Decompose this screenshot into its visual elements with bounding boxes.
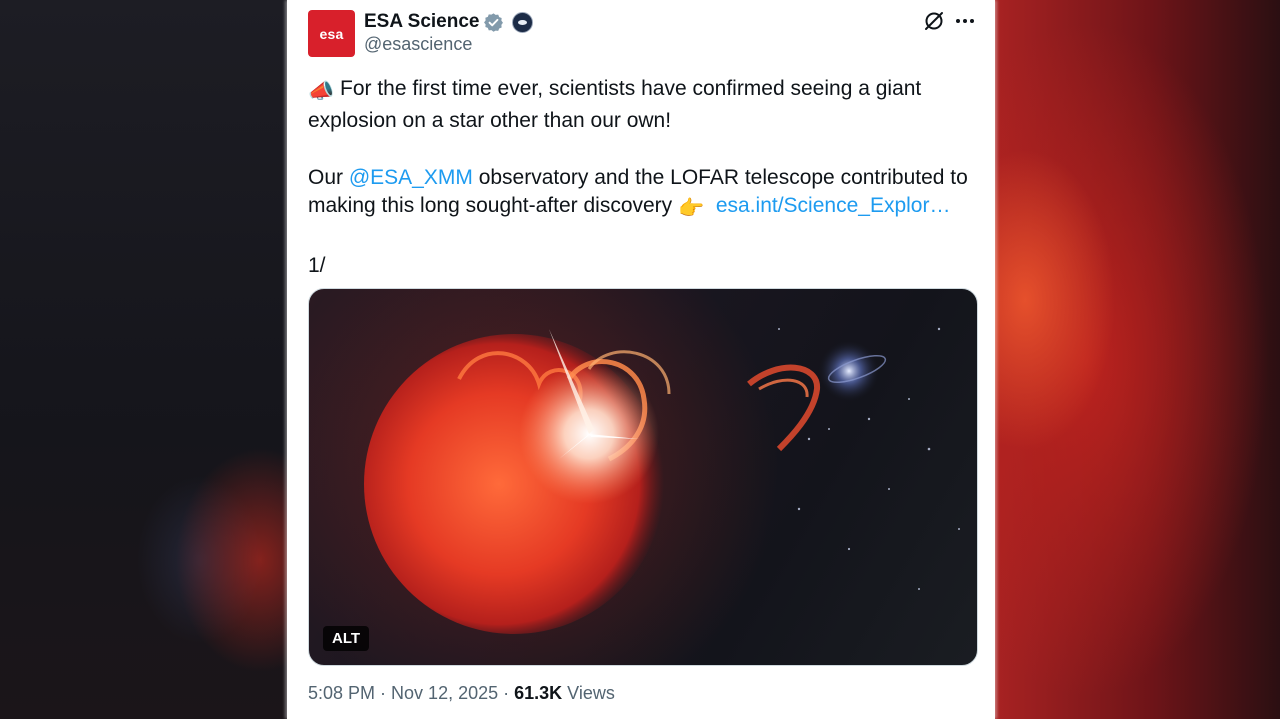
post-meta: 5:08 PM · Nov 12, 2025 · 61.3K Views xyxy=(308,683,615,704)
esa-affiliate-badge-icon[interactable] xyxy=(512,11,534,33)
post-paragraph-2: Our @ESA_XMM observatory and the LOFAR t… xyxy=(308,164,968,224)
post-line-1: For the first time ever, scientists have… xyxy=(308,77,922,132)
post-image[interactable]: ALT xyxy=(308,288,978,666)
post-paragraph-1: 📣 For the first time ever, scientists ha… xyxy=(308,75,968,135)
alt-button[interactable]: ALT xyxy=(323,626,370,651)
post-line-2-prefix: Our xyxy=(308,165,349,189)
post-paragraph-3: 1/ xyxy=(308,254,326,277)
post-date[interactable]: Nov 12, 2025 xyxy=(391,683,498,704)
grok-icon[interactable] xyxy=(923,10,945,32)
post-text: 📣 For the first time ever, scientists ha… xyxy=(308,75,968,281)
background-left xyxy=(0,0,287,719)
author-name-row: ESA Science xyxy=(364,10,534,34)
meta-separator: · xyxy=(380,683,387,703)
author-handle[interactable]: @esascience xyxy=(364,34,472,55)
more-options-icon[interactable] xyxy=(954,10,976,32)
author-name[interactable]: ESA Science xyxy=(364,11,479,33)
views-label: Views xyxy=(567,683,615,703)
verified-badge-icon[interactable] xyxy=(483,12,504,33)
esa-link[interactable]: esa.int/Science_Explor… xyxy=(716,194,951,217)
post-card: esa ESA Science @esascience 📣 For the fi… xyxy=(287,0,995,719)
megaphone-icon: 📣 xyxy=(308,80,335,103)
post-time[interactable]: 5:08 PM xyxy=(308,683,375,704)
esa-logo: esa xyxy=(319,25,344,42)
mention-esa-xmm[interactable]: @ESA_XMM xyxy=(349,166,473,189)
pointing-hand-icon: 👉 xyxy=(678,197,705,220)
star-flare-illustration xyxy=(309,289,960,665)
meta-separator: · xyxy=(503,683,510,703)
background-right xyxy=(995,0,1280,719)
views-count: 61.3K xyxy=(514,683,563,703)
avatar[interactable]: esa xyxy=(308,10,355,57)
